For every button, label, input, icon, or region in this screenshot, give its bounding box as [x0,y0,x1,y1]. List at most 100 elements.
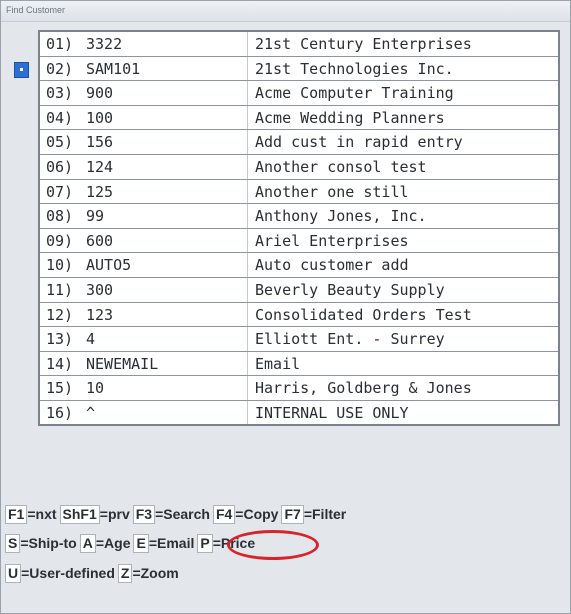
customer-code: 156 [86,133,114,152]
customer-row[interactable]: 14) NEWEMAIL Email [40,351,558,377]
function-key-label: =Search [155,506,210,522]
column-divider [247,32,248,56]
row-number: 12) [46,305,74,324]
customer-name: Another consol test [255,157,427,176]
function-key-line: F1 =nxt ShF1 =prv F3 =Search F4 =Copy F7 =Filter [5,505,349,524]
function-key-label: =Copy [235,506,279,522]
column-divider [247,400,248,424]
window-title: Find Customer [6,5,66,15]
customer-row[interactable]: 08) 99 Anthony Jones, Inc. [40,204,558,229]
function-key-f1[interactable]: F1 [5,505,28,524]
customer-name: 21st Technologies Inc. [255,59,454,78]
function-key-shf1[interactable]: ShF1 [59,505,100,524]
customer-code: 125 [86,182,114,201]
row-number: 14) [46,354,74,373]
customer-name: Ariel Enterprises [255,231,409,250]
row-number: 01) [46,35,74,53]
column-divider [247,302,248,327]
row-number: 03) [46,84,74,103]
find-customer-window: Find Customer 01) 3322 21st Century Enterp… [0,0,571,614]
customer-code: 300 [86,280,114,299]
column-divider [247,130,248,154]
function-key-label: =Zoom [132,565,179,581]
row-number: 05) [46,133,74,152]
customer-code: 10 [86,379,105,398]
customer-name: Email [255,354,301,373]
function-key-f4[interactable]: F4 [212,505,236,524]
function-key-label: =nxt [27,506,57,522]
customer-name: Add cust in rapid entry [255,133,463,152]
function-key-f7[interactable]: F7 [281,505,304,524]
customer-name: Another one still [255,182,409,201]
row-number: 15) [46,379,74,398]
column-divider [247,277,248,302]
customer-row[interactable]: 11) 300 Beverly Beauty Supply [40,277,558,303]
customer-row[interactable]: 15) 10 Harris, Goldberg & Jones [40,376,558,401]
column-divider [247,204,248,228]
customer-code: 124 [86,157,114,176]
function-key-s[interactable]: S [5,534,21,553]
column-divider [247,56,248,81]
row-number: 16) [46,403,74,422]
customer-row[interactable]: 06) 124 Another consol test [40,154,558,180]
customer-row[interactable]: 16) ^ INTERNAL USE ONLY [40,400,558,426]
customer-row[interactable]: 13) 4 Elliott Ent. - Surrey [40,327,558,352]
customer-code: ^ [86,403,96,422]
customer-code: 100 [86,108,114,127]
customer-code: SAM101 [86,59,141,78]
customer-code: NEWEMAIL [86,354,159,373]
function-key-label: =Filter [303,506,347,522]
function-key-label: =Age [95,535,131,551]
customer-name: Acme Wedding Planners [255,108,445,127]
function-key-f3[interactable]: F3 [132,505,156,524]
customer-name: Beverly Beauty Supply [255,280,445,299]
customer-row[interactable]: 05) 156 Add cust in rapid entry [40,130,558,155]
title-bar: Find Customer [1,1,570,22]
customer-name: INTERNAL USE ONLY [255,403,409,422]
column-divider [247,351,248,376]
customer-code: 4 [86,330,96,349]
column-divider [247,327,248,351]
function-key-z[interactable]: Z [117,564,133,583]
highlight-circle [227,530,319,560]
customer-name: Acme Computer Training [255,84,454,103]
customer-row[interactable]: 09) 600 Ariel Enterprises [40,228,558,254]
function-key-u[interactable]: U [5,564,22,583]
customer-row[interactable]: 07) 125 Another one still [40,179,558,205]
row-number: 02) [46,59,74,78]
function-key-label: =Email [148,535,195,551]
customer-name: Elliott Ent. - Surrey [255,330,445,349]
customer-row[interactable]: 01) 3322 21st Century Enterprises [40,32,558,57]
row-number: 11) [46,280,74,299]
customer-name: Anthony Jones, Inc. [255,207,427,226]
function-key-e[interactable]: E [133,534,149,553]
column-divider [247,376,248,400]
customer-code: AUTO5 [86,256,132,275]
row-number: 13) [46,330,74,349]
row-number: 06) [46,157,74,176]
customer-row[interactable]: 12) 123 Consolidated Orders Test [40,302,558,328]
customer-name: Harris, Goldberg & Jones [255,379,472,398]
customer-row[interactable]: 02) SAM101 21st Technologies Inc. [40,56,558,82]
row-number: 04) [46,108,74,127]
customer-name: Auto customer add [255,256,409,275]
column-divider [247,154,248,179]
function-key-line: U =User-defined Z =Zoom [5,564,182,583]
customer-row[interactable]: 03) 900 Acme Computer Training [40,81,558,106]
function-key-a[interactable]: A [79,534,96,553]
customer-list: 01) 3322 21st Century Enterprises 02) SAM101… [38,30,560,426]
customer-code: 600 [86,231,114,250]
row-number: 08) [46,207,74,226]
row-number: 10) [46,256,74,275]
function-key-p[interactable]: P [197,534,213,553]
row-number: 07) [46,182,74,201]
column-divider [247,253,248,277]
customer-row[interactable]: 10) AUTO5 Auto customer add [40,253,558,278]
customer-row[interactable]: 04) 100 Acme Wedding Planners [40,105,558,131]
row-number: 09) [46,231,74,250]
function-key-label: =User-defined [21,565,115,581]
selected-row-marker-icon [14,62,29,78]
customer-code: 123 [86,305,114,324]
function-key-label: =Ship-to [20,535,77,551]
customer-code: 99 [86,207,105,226]
